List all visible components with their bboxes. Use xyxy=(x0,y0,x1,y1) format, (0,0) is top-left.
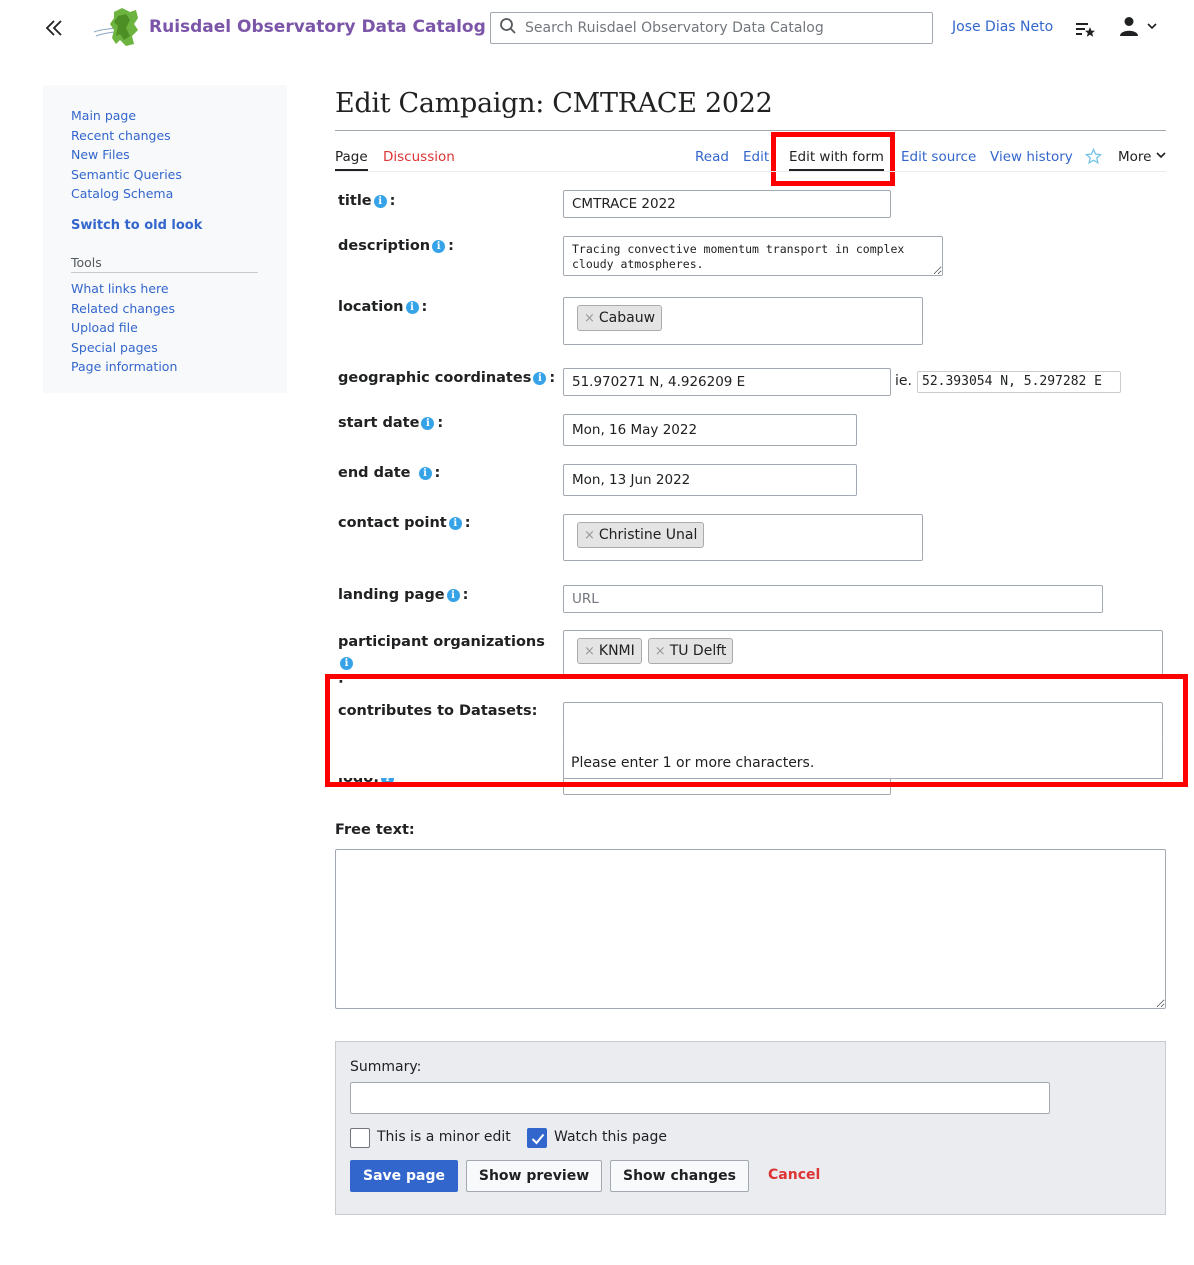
tabs-divider xyxy=(335,171,1166,172)
coordinates-ie-label: ie. xyxy=(895,373,912,389)
chevron-down-icon xyxy=(1146,20,1158,36)
participant-token: × KNMI xyxy=(577,638,642,664)
preview-button[interactable]: Show preview xyxy=(466,1160,602,1192)
watch-page-checkbox[interactable] xyxy=(527,1128,547,1148)
switch-old-look-link[interactable]: Switch to old look xyxy=(71,218,202,233)
sidebar-item-page-information[interactable]: Page information xyxy=(71,359,177,374)
description-textarea[interactable]: Tracing convective momentum transport in… xyxy=(563,236,943,276)
summary-input[interactable] xyxy=(350,1082,1050,1114)
info-icon[interactable]: i xyxy=(446,588,460,602)
remove-token-icon[interactable]: × xyxy=(584,528,595,543)
sidebar: Main page Recent changes New Files Seman… xyxy=(43,85,287,393)
checkmark-icon xyxy=(531,1133,545,1145)
end-date-input[interactable] xyxy=(563,464,857,496)
user-menu-button[interactable] xyxy=(1118,14,1164,42)
search-input[interactable] xyxy=(517,20,932,36)
tab-discussion[interactable]: Discussion xyxy=(383,149,455,165)
edit-options-panel xyxy=(335,1041,1166,1215)
tools-divider xyxy=(71,272,258,273)
info-icon[interactable]: i xyxy=(421,416,435,430)
contact-point-token-input[interactable]: × Christine Unal xyxy=(563,514,923,561)
end-date-field-label: end date i: xyxy=(338,465,441,481)
participant-token: × TU Delft xyxy=(647,638,734,664)
title-field-label: title i: xyxy=(338,193,396,209)
sidebar-item-special-pages[interactable]: Special pages xyxy=(71,340,158,355)
landing-page-field-label: landing page i: xyxy=(338,587,469,603)
location-token-input[interactable]: × Cabauw xyxy=(563,297,923,345)
contact-token: × Christine Unal xyxy=(577,522,705,548)
info-icon[interactable]: i xyxy=(533,371,547,385)
chevron-down-icon xyxy=(1155,149,1167,165)
info-icon[interactable]: i xyxy=(448,516,462,530)
sidebar-item-upload-file[interactable]: Upload file xyxy=(71,320,138,335)
save-button[interactable]: Save page xyxy=(350,1160,458,1192)
info-icon[interactable]: i xyxy=(373,194,387,208)
sidebar-item-main-page[interactable]: Main page xyxy=(71,108,136,123)
watch-star-icon[interactable] xyxy=(1084,147,1103,165)
info-icon[interactable]: i xyxy=(418,466,432,480)
tab-edit-with-form[interactable]: Edit with form xyxy=(789,149,884,171)
title-input[interactable] xyxy=(563,190,891,218)
user-page-link[interactable]: Jose Dias Neto xyxy=(952,19,1053,35)
participants-token-input[interactable]: × KNMI × TU Delft xyxy=(563,630,1163,678)
show-changes-button[interactable]: Show changes xyxy=(610,1160,749,1192)
tab-read[interactable]: Read xyxy=(695,149,729,165)
collapse-sidebar-icon[interactable] xyxy=(40,14,68,42)
location-token: × Cabauw xyxy=(577,305,663,331)
more-menu-button[interactable]: More xyxy=(1118,149,1167,165)
user-avatar-icon xyxy=(1118,15,1140,41)
page-title: Edit Campaign: CMTRACE 2022 xyxy=(335,88,773,119)
minor-edit-checkbox[interactable] xyxy=(350,1128,370,1148)
site-title[interactable]: Ruisdael Observatory Data Catalog xyxy=(149,17,486,37)
coordinates-field-label: geographic coordinates i: xyxy=(338,370,556,386)
title-divider xyxy=(335,130,1166,131)
remove-token-icon[interactable]: × xyxy=(584,311,595,326)
watchlist-icon[interactable] xyxy=(1073,17,1097,41)
description-field-label: description i: xyxy=(338,238,454,254)
tab-edit[interactable]: Edit xyxy=(743,149,769,165)
tools-heading: Tools xyxy=(71,255,102,270)
search-box[interactable] xyxy=(490,12,933,44)
landing-page-input[interactable] xyxy=(563,585,1103,613)
location-field-label: location i: xyxy=(338,299,428,315)
free-text-textarea[interactable] xyxy=(335,849,1166,1009)
start-date-input[interactable] xyxy=(563,414,857,446)
free-text-label: Free text: xyxy=(335,822,415,838)
sidebar-item-related-changes[interactable]: Related changes xyxy=(71,301,175,316)
coordinates-ie-value: 52.393054 N, 5.297282 E xyxy=(917,371,1121,393)
sidebar-item-catalog-schema[interactable]: Catalog Schema xyxy=(71,186,173,201)
cancel-link[interactable]: Cancel xyxy=(768,1167,820,1183)
contact-point-field-label: contact point i: xyxy=(338,515,471,531)
sidebar-item-recent-changes[interactable]: Recent changes xyxy=(71,128,171,143)
more-label: More xyxy=(1118,149,1152,165)
sidebar-item-what-links-here[interactable]: What links here xyxy=(71,281,169,296)
site-logo[interactable] xyxy=(92,6,140,48)
remove-token-icon[interactable]: × xyxy=(655,644,666,659)
info-icon[interactable]: i xyxy=(405,300,419,314)
summary-label: Summary: xyxy=(350,1059,422,1075)
sidebar-item-semantic-queries[interactable]: Semantic Queries xyxy=(71,167,182,182)
sidebar-item-new-files[interactable]: New Files xyxy=(71,147,130,162)
minor-edit-label: This is a minor edit xyxy=(377,1129,511,1145)
remove-token-icon[interactable]: × xyxy=(584,644,595,659)
highlight-contributes-field xyxy=(325,674,1188,787)
coordinates-input[interactable] xyxy=(563,368,891,396)
info-icon[interactable]: i xyxy=(432,239,446,253)
tab-edit-source[interactable]: Edit source xyxy=(901,149,976,165)
watch-page-label: Watch this page xyxy=(554,1129,667,1145)
start-date-field-label: start date i: xyxy=(338,415,444,431)
info-icon[interactable]: i xyxy=(340,657,353,670)
search-icon xyxy=(499,17,517,39)
tab-page[interactable]: Page xyxy=(335,149,368,171)
tab-view-history[interactable]: View history xyxy=(990,149,1073,165)
